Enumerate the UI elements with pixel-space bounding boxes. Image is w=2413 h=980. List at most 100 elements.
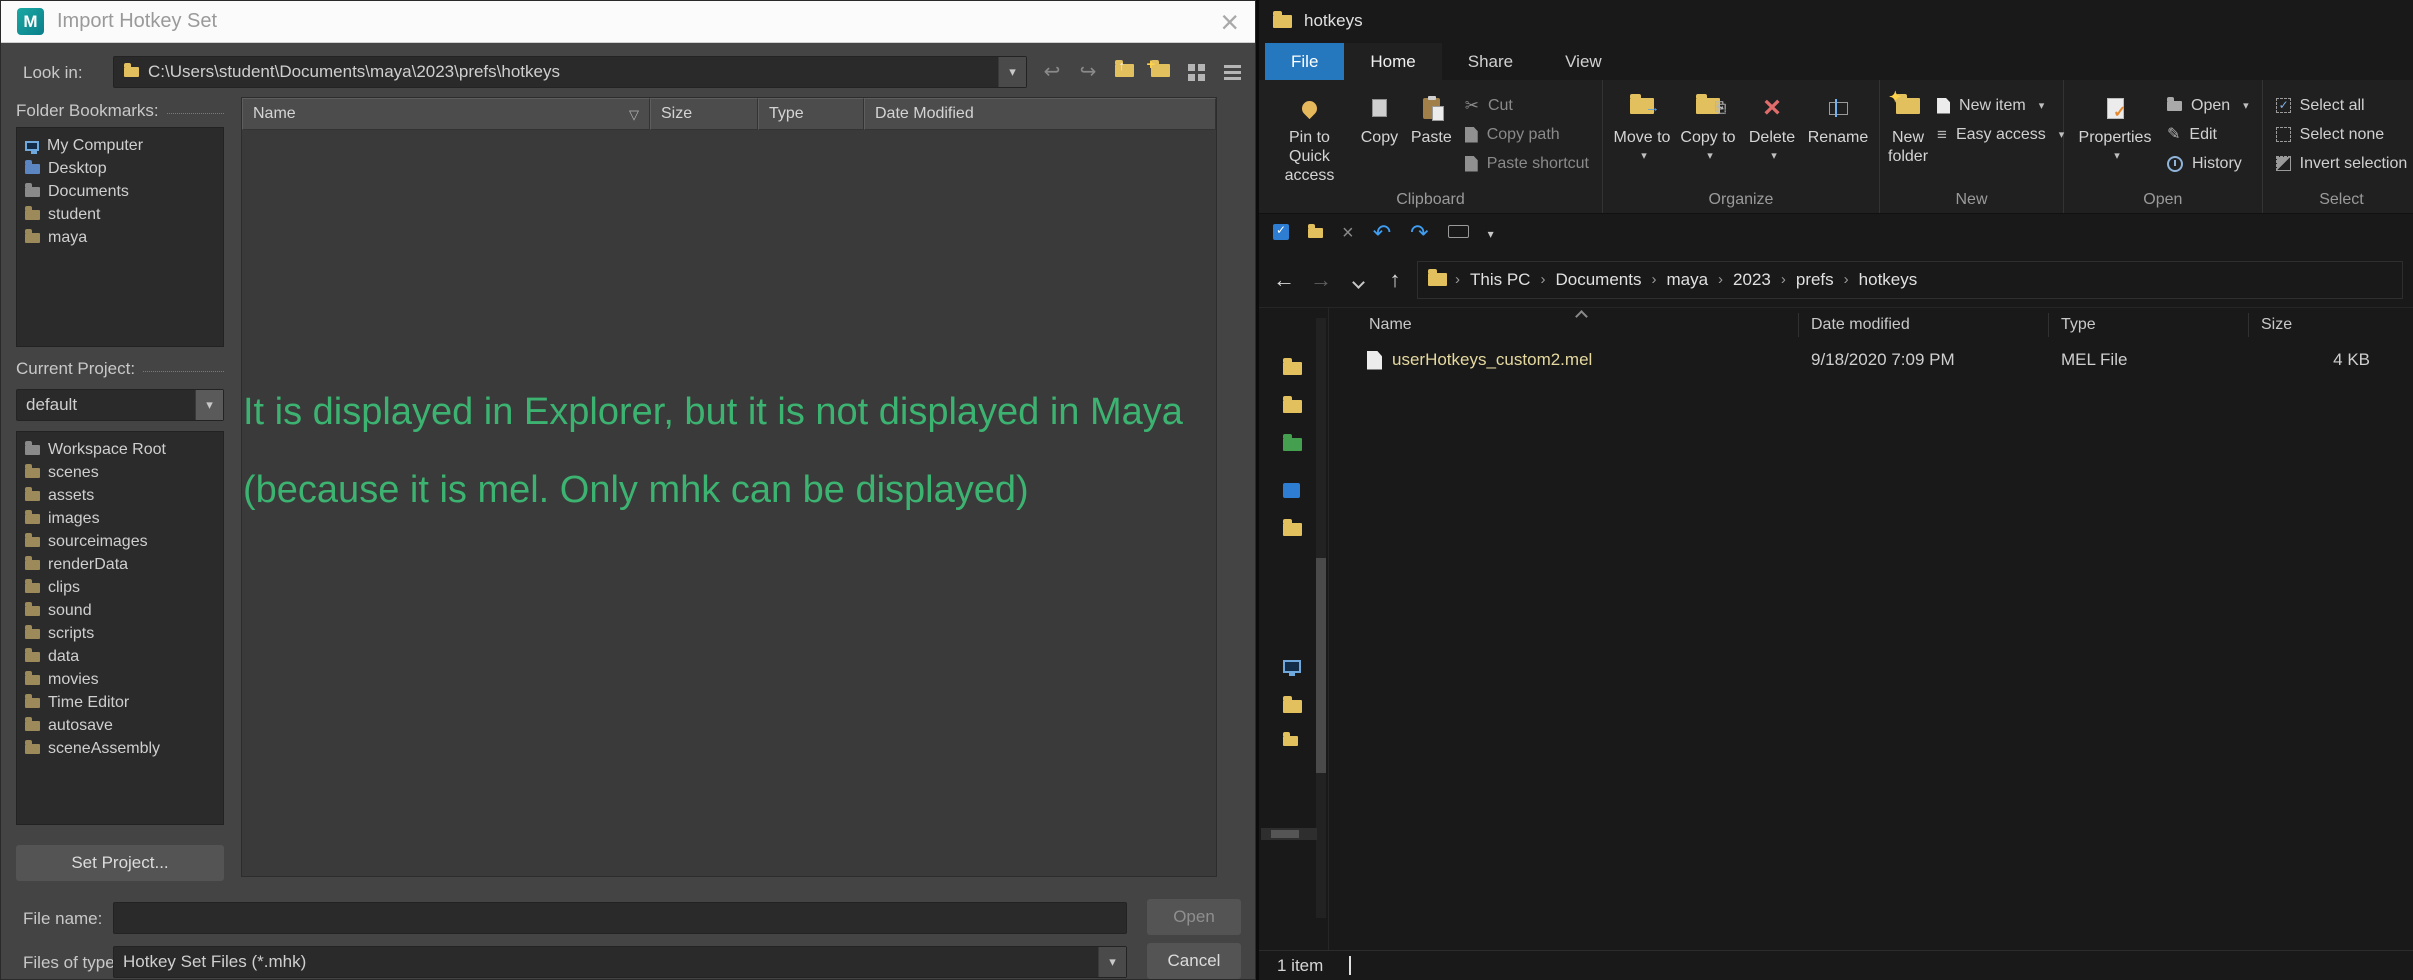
new-folder-icon[interactable]: + <box>1145 56 1175 87</box>
this-pc-icon[interactable] <box>1283 660 1301 676</box>
column-header-name[interactable]: Name <box>1329 313 1799 337</box>
breadcrumb-item-hotkeys[interactable]: hotkeys <box>1851 270 1926 290</box>
files-of-type-dropdown[interactable]: Hotkey Set Files (*.mhk) ▾ <box>113 946 1127 978</box>
column-header-date-modified[interactable]: Date modified <box>1799 313 2049 337</box>
forward-icon[interactable]: → <box>1306 267 1336 293</box>
column-header-size[interactable]: Size <box>2249 313 2413 337</box>
file-row[interactable]: userHotkeys_custom2.mel 9/18/2020 7:09 P… <box>1329 342 2413 378</box>
folder-icon[interactable] <box>1283 696 1302 713</box>
folder-icon[interactable] <box>1283 396 1302 413</box>
list-view-icon[interactable] <box>1217 57 1247 87</box>
pin-to-quick-access-button[interactable]: Pin to Quick access <box>1265 86 1354 187</box>
paste-button[interactable]: Paste <box>1405 86 1458 149</box>
project-folder-item[interactable]: sourceimages <box>17 530 223 553</box>
copy-to-button[interactable]: ⎘ Copy to ▾ <box>1675 86 1741 168</box>
breadcrumb-item-prefs[interactable]: prefs <box>1788 270 1842 290</box>
bookmark-item[interactable]: Documents <box>17 180 223 203</box>
onedrive-icon[interactable] <box>1283 483 1300 498</box>
chevron-down-icon[interactable]: ▾ <box>195 390 223 420</box>
bookmark-item[interactable]: Desktop <box>17 157 223 180</box>
button-label: Invert selection <box>2299 154 2408 172</box>
properties-button[interactable]: Properties ▾ <box>2070 86 2160 168</box>
project-folder-item[interactable]: movies <box>17 668 223 691</box>
rename-button[interactable]: Rename <box>1803 86 1873 149</box>
redo-icon[interactable]: ↷ <box>1410 222 1428 244</box>
path-dropdown[interactable]: C:\Users\student\Documents\maya\2023\pre… <box>113 56 1027 88</box>
project-folder-item[interactable]: sceneAssembly <box>17 737 223 760</box>
delete-button[interactable]: × Delete ▾ <box>1741 86 1803 168</box>
up-icon[interactable]: ↑ <box>1380 267 1410 293</box>
edit-button[interactable]: ✎ Edit <box>2160 121 2256 148</box>
project-folder-item[interactable]: renderData <box>17 553 223 576</box>
bookmark-item[interactable]: My Computer <box>17 134 223 157</box>
folder-icon[interactable] <box>1283 519 1302 536</box>
folder-icon[interactable] <box>1283 732 1298 746</box>
column-header-type[interactable]: Type <box>2049 313 2249 337</box>
open-button[interactable]: Open <box>1147 899 1241 935</box>
project-folder-item[interactable]: autosave <box>17 714 223 737</box>
folder-icon[interactable] <box>1283 358 1302 375</box>
file-name-input[interactable] <box>113 902 1127 934</box>
project-folder-item[interactable]: Workspace Root <box>17 438 223 461</box>
current-project-dropdown[interactable]: default ▾ <box>16 389 224 421</box>
project-folder-item[interactable]: scenes <box>17 461 223 484</box>
bookmark-item[interactable]: maya <box>17 226 223 249</box>
undo-icon[interactable]: ↶ <box>1373 222 1391 244</box>
breadcrumb-item-maya[interactable]: maya <box>1658 270 1716 290</box>
select-all-button[interactable]: Select all <box>2269 92 2413 119</box>
history-button[interactable]: History <box>2160 150 2256 177</box>
tab-share[interactable]: Share <box>1442 43 1539 80</box>
back-icon[interactable]: ↩ <box>1037 57 1067 87</box>
delete-shortcut-icon[interactable]: × <box>1342 223 1354 243</box>
column-header-type[interactable]: Type <box>758 98 864 130</box>
scrollbar-thumb[interactable] <box>1271 830 1299 838</box>
project-folder-item[interactable]: images <box>17 507 223 530</box>
button-label: Rename <box>1807 129 1869 146</box>
column-header-size[interactable]: Size <box>650 98 758 130</box>
project-folder-item[interactable]: clips <box>17 576 223 599</box>
cut-button[interactable]: ✂ Cut <box>1458 92 1596 119</box>
project-folder-item[interactable]: assets <box>17 484 223 507</box>
project-folder-item[interactable]: scripts <box>17 622 223 645</box>
up-one-level-icon[interactable]: ↑ <box>1109 57 1139 87</box>
tab-view[interactable]: View <box>1539 43 1628 80</box>
properties-shortcut-icon[interactable] <box>1273 223 1289 243</box>
close-icon[interactable]: × <box>1220 6 1239 38</box>
column-header-name[interactable]: Name ▽ <box>242 98 650 130</box>
chevron-down-icon[interactable]: ▾ <box>1098 947 1126 977</box>
path-dropdown-arrow-icon[interactable]: ▾ <box>998 57 1026 87</box>
back-icon[interactable]: ← <box>1269 267 1299 293</box>
open-button[interactable]: Open ▾ <box>2160 92 2256 119</box>
column-header-date-modified[interactable]: Date Modified <box>864 98 1216 130</box>
set-project-button[interactable]: Set Project... <box>16 845 224 881</box>
paste-shortcut-button[interactable]: Paste shortcut <box>1458 150 1596 177</box>
project-folder-item[interactable]: sound <box>17 599 223 622</box>
customize-toolbar-icon[interactable]: ▾ <box>1488 226 1494 241</box>
cancel-button[interactable]: Cancel <box>1147 943 1241 979</box>
invert-selection-button[interactable]: Invert selection <box>2269 150 2413 177</box>
breadcrumb-item-2023[interactable]: 2023 <box>1725 270 1779 290</box>
scrollbar-thumb[interactable] <box>1316 558 1326 773</box>
select-none-button[interactable]: Select none <box>2269 121 2413 148</box>
vertical-scrollbar[interactable] <box>1316 318 1326 918</box>
new-folder-shortcut-icon[interactable] <box>1308 223 1323 241</box>
tab-home[interactable]: Home <box>1344 43 1442 80</box>
bookmark-item[interactable]: student <box>17 203 223 226</box>
recent-locations-icon[interactable] <box>1343 267 1373 293</box>
sync-folder-icon[interactable] <box>1283 434 1302 451</box>
new-folder-button[interactable]: ✦ New folder <box>1886 86 1930 168</box>
horizontal-scrollbar[interactable] <box>1261 828 1317 840</box>
project-folder-item[interactable]: Time Editor <box>17 691 223 714</box>
breadcrumb-item-this-pc[interactable]: This PC <box>1462 270 1538 290</box>
forward-icon[interactable]: ↪ <box>1073 57 1103 87</box>
copy-path-button[interactable]: Copy path <box>1458 121 1596 148</box>
project-folder-item[interactable]: data <box>17 645 223 668</box>
breadcrumb-item-documents[interactable]: Documents <box>1547 270 1649 290</box>
tab-file[interactable]: File <box>1265 43 1345 80</box>
keyboard-icon[interactable] <box>1447 225 1469 241</box>
copy-button[interactable]: Copy <box>1354 86 1405 149</box>
grid-view-icon[interactable] <box>1181 57 1211 87</box>
move-to-button[interactable]: → Move to ▾ <box>1609 86 1675 168</box>
new-item-button[interactable]: New item ▾ <box>1930 92 2071 119</box>
easy-access-button[interactable]: ≡ Easy access ▾ <box>1930 121 2071 148</box>
